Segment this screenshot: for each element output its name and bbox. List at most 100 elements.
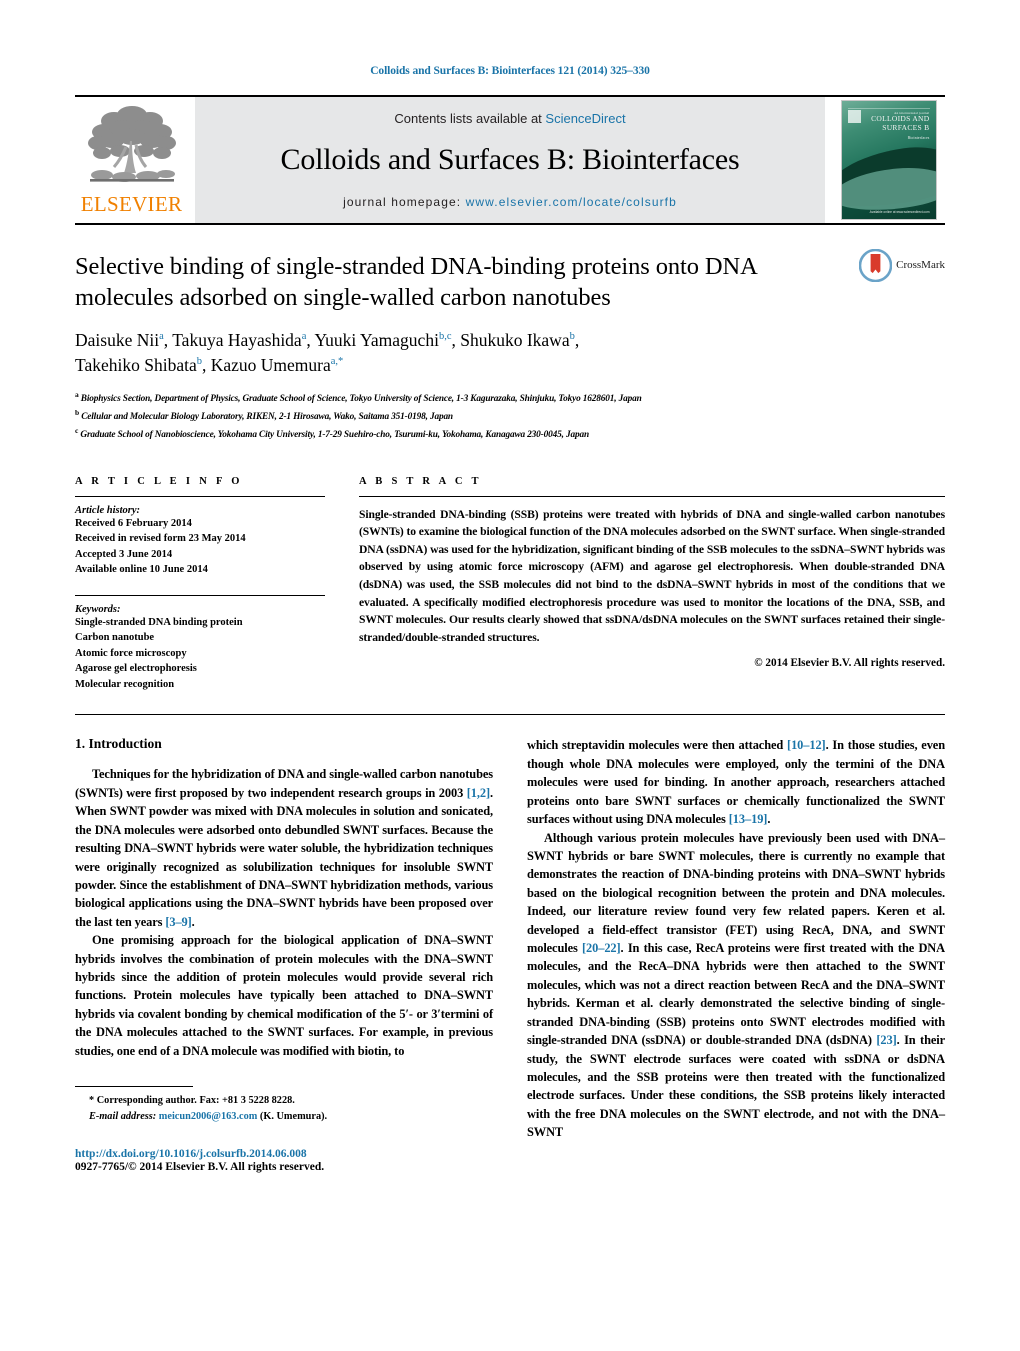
paragraph-text: . bbox=[191, 914, 195, 929]
paragraph-text: Although various protein molecules have … bbox=[527, 830, 945, 956]
info-abstract-section: A R T I C L E I N F O Article history: R… bbox=[75, 476, 945, 693]
citation-link[interactable]: [1,2] bbox=[467, 786, 490, 800]
author-0[interactable]: Daisuke Niia bbox=[75, 330, 164, 350]
footnote-rule bbox=[75, 1086, 193, 1088]
citation-link[interactable]: [10–12] bbox=[787, 738, 826, 752]
author-4[interactable]: Takehiko Shibatab bbox=[75, 355, 202, 375]
abstract-rule bbox=[359, 495, 945, 497]
author-4-sup: b bbox=[196, 356, 202, 368]
keywords-label: Keywords: bbox=[75, 603, 121, 615]
journal-masthead: ELSEVIER Contents lists available at Sci… bbox=[75, 94, 945, 223]
article-info-column: A R T I C L E I N F O Article history: R… bbox=[75, 476, 325, 693]
homepage-prefix: journal homepage: bbox=[343, 194, 466, 209]
paragraph: which streptavidin molecules were then a… bbox=[527, 736, 945, 828]
footnote-marker: * bbox=[89, 1095, 95, 1107]
history-item: Received in revised form 23 May 2014 bbox=[75, 533, 246, 545]
paragraph: Techniques for the hybridization of DNA … bbox=[75, 765, 493, 931]
paragraph: Although various protein molecules have … bbox=[527, 829, 945, 1142]
author-5[interactable]: Kazuo Umemuraa,* bbox=[211, 355, 344, 375]
keyword-item: Single-stranded DNA binding protein bbox=[75, 616, 243, 628]
article-page: Colloids and Surfaces B: Biointerfaces 1… bbox=[0, 0, 1020, 1351]
paragraph-text: . bbox=[767, 812, 771, 827]
cover-line2: COLLOIDS AND SURFACES B bbox=[871, 114, 930, 132]
paragraph: One promising approach for the biologica… bbox=[75, 931, 493, 1060]
sciencedirect-link[interactable]: ScienceDirect bbox=[545, 111, 625, 126]
author-4-name: Takehiko Shibata bbox=[75, 355, 197, 376]
author-1-sup: a bbox=[301, 331, 307, 343]
affiliation-c-text: Graduate School of Nanobioscience, Yokoh… bbox=[80, 430, 589, 441]
author-3[interactable]: Shukuko Ikawab bbox=[460, 330, 575, 350]
paragraph-text: Techniques for the hybridization of DNA … bbox=[75, 767, 493, 800]
email-link[interactable]: meicun2006@163.com bbox=[159, 1111, 258, 1122]
keyword-item: Agarose gel electrophoresis bbox=[75, 663, 197, 675]
article-info-heading: A R T I C L E I N F O bbox=[75, 475, 243, 487]
email-label: E-mail address: bbox=[89, 1110, 157, 1122]
affiliation-b-text: Cellular and Molecular Biology Laborator… bbox=[81, 412, 453, 423]
cover-image: An international journal COLLOIDS AND SU… bbox=[840, 99, 937, 220]
paragraph-text: One promising approach for the biologica… bbox=[75, 933, 493, 1058]
cover-title-text: An international journal COLLOIDS AND SU… bbox=[842, 111, 930, 141]
corresponding-author-line: * Corresponding author. Fax: +81 3 5228 … bbox=[75, 1093, 493, 1108]
running-head: Colloids and Surfaces B: Biointerfaces 1… bbox=[370, 65, 650, 77]
citation-link[interactable]: [20–22] bbox=[582, 941, 621, 955]
cover-bottom-text: Available online at www.sciencedirect.co… bbox=[869, 209, 930, 214]
footer-doi-block: http://dx.doi.org/10.1016/j.colsurfb.201… bbox=[75, 1148, 493, 1173]
keyword-item: Atomic force microscopy bbox=[75, 647, 187, 659]
keywords-rule bbox=[75, 594, 325, 596]
paragraph-text: . In their study, the SWNT electrode sur… bbox=[527, 1033, 945, 1140]
citation-link[interactable]: [13–19] bbox=[729, 812, 768, 826]
history-item: Received 6 February 2014 bbox=[75, 517, 192, 529]
author-2-sup: b,c bbox=[438, 331, 452, 343]
author-2-name: Yuuki Yamaguchi bbox=[314, 330, 439, 351]
elsevier-logo: ELSEVIER bbox=[75, 97, 188, 223]
affiliation-list: a Biophysics Section, Department of Phys… bbox=[75, 389, 945, 444]
keywords-group: Keywords: Single-stranded DNA binding pr… bbox=[75, 604, 325, 693]
affiliation-c-sup: c bbox=[75, 426, 79, 436]
journal-cover-thumbnail: An international journal COLLOIDS AND SU… bbox=[832, 97, 945, 223]
paragraph-text: . When SWNT powder was mixed with DNA mo… bbox=[75, 785, 493, 929]
journal-homepage-line: journal homepage: www.elsevier.com/locat… bbox=[343, 195, 677, 209]
paragraph-text: which streptavidin molecules were then a… bbox=[527, 738, 788, 753]
author-0-name: Daisuke Nii bbox=[75, 330, 160, 351]
author-2[interactable]: Yuuki Yamaguchib,c bbox=[314, 330, 451, 350]
body-top-rule bbox=[75, 714, 945, 716]
affiliation-a: a Biophysics Section, Department of Phys… bbox=[75, 389, 945, 407]
history-item: Available online 10 June 2014 bbox=[75, 564, 208, 576]
cover-line3: Biointerfaces bbox=[907, 136, 930, 141]
abstract-text: Single-stranded DNA-binding (SSB) protei… bbox=[359, 507, 945, 644]
author-5-name: Kazuo Umemura bbox=[210, 355, 331, 376]
article-history-label: Article history: bbox=[75, 504, 141, 516]
footnote-block: * Corresponding author. Fax: +81 3 5228 … bbox=[75, 1086, 493, 1124]
contents-available-line: Contents lists available at ScienceDirec… bbox=[394, 111, 625, 126]
history-item: Accepted 3 June 2014 bbox=[75, 548, 173, 560]
crossmark-label: CrossMark bbox=[896, 259, 945, 271]
author-5-sup: a,* bbox=[330, 356, 344, 368]
author-3-name: Shukuko Ikawa bbox=[460, 330, 570, 351]
doi-link[interactable]: http://dx.doi.org/10.1016/j.colsurfb.201… bbox=[75, 1148, 493, 1160]
issn-copyright-line: 0927-7765/© 2014 Elsevier B.V. All right… bbox=[75, 1161, 325, 1174]
article-history-group: Article history: Received 6 February 201… bbox=[75, 505, 325, 578]
body-column-right: which streptavidin molecules were then a… bbox=[527, 736, 945, 1173]
homepage-link[interactable]: www.elsevier.com/locate/colsurfb bbox=[466, 195, 677, 209]
elsevier-tree-icon bbox=[87, 105, 176, 182]
contents-prefix: Contents lists available at bbox=[394, 110, 546, 126]
citation-link[interactable]: [3–9] bbox=[165, 915, 191, 929]
page-title: Selective binding of single-stranded DNA… bbox=[75, 252, 757, 311]
title-area: CrossMark Selective binding of single-st… bbox=[75, 225, 945, 444]
author-1-name: Takuya Hayashida bbox=[172, 330, 302, 351]
crossmark-icon bbox=[859, 248, 893, 282]
citation-link[interactable]: [23] bbox=[876, 1033, 896, 1047]
crossmark-badge[interactable]: CrossMark bbox=[859, 248, 945, 282]
journal-banner: Contents lists available at ScienceDirec… bbox=[195, 96, 825, 223]
cover-top-rule bbox=[847, 107, 930, 109]
abstract-heading: A B S T R A C T bbox=[359, 475, 482, 487]
section-heading-introduction: 1. Introduction bbox=[75, 736, 162, 752]
affiliation-a-sup: a bbox=[75, 389, 79, 399]
keyword-item: Molecular recognition bbox=[75, 678, 175, 690]
author-0-sup: a bbox=[159, 331, 164, 343]
elsevier-wordmark: ELSEVIER bbox=[80, 191, 183, 216]
author-1[interactable]: Takuya Hayashidaa bbox=[172, 330, 306, 350]
footnote-text: * Corresponding author. Fax: +81 3 5228 … bbox=[75, 1093, 493, 1124]
article-info-rule bbox=[75, 495, 325, 497]
body-columns: 1. Introduction Techniques for the hybri… bbox=[75, 736, 945, 1173]
